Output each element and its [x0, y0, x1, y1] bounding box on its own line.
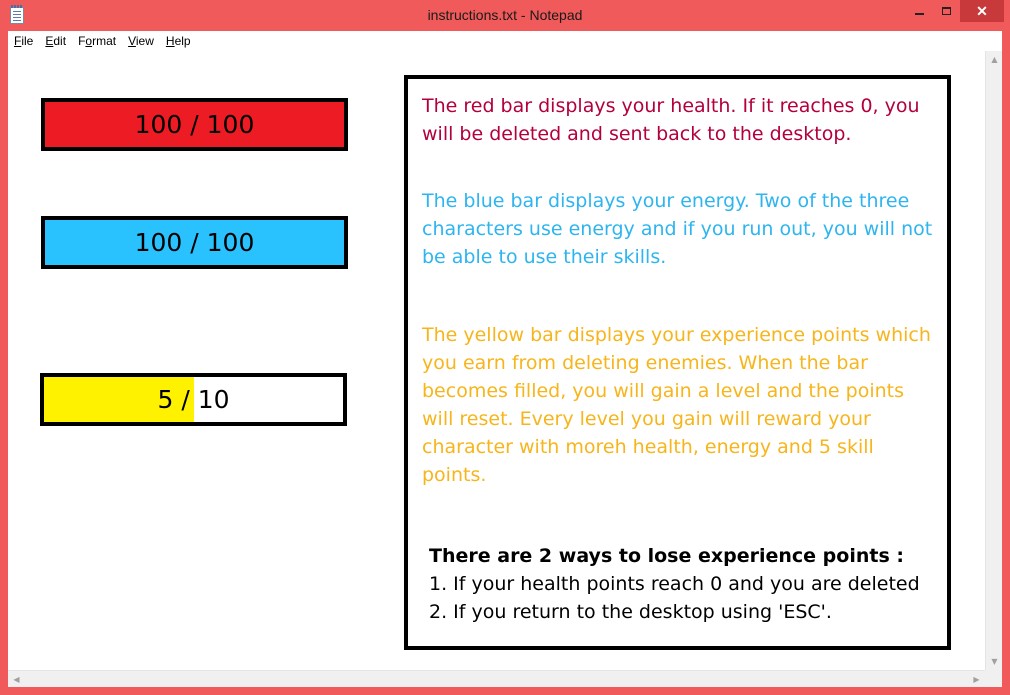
experience-instructions: The yellow bar displays your experience … [422, 324, 931, 486]
scroll-right-icon[interactable]: ▶ [968, 671, 985, 688]
close-icon: ✕ [976, 2, 988, 19]
energy-bar-label: 100 / 100 [134, 228, 255, 257]
instructions-panel: The red bar displays your health. If it … [404, 75, 951, 650]
size-grip[interactable] [985, 670, 1002, 687]
close-button[interactable]: ✕ [960, 0, 1004, 22]
scroll-left-icon[interactable]: ◀ [8, 671, 25, 688]
window-title: instructions.txt - Notepad [427, 7, 583, 23]
maximize-icon [942, 7, 951, 15]
health-bar: 100 / 100 [41, 98, 348, 151]
lose-experience-list: There are 2 ways to lose experience poin… [429, 542, 944, 626]
menu-edit[interactable]: Edit [39, 34, 72, 48]
energy-instructions: The blue bar displays your energy. Two o… [422, 190, 933, 268]
horizontal-scrollbar[interactable]: ◀ ▶ [8, 670, 985, 687]
energy-bar: 100 / 100 [41, 216, 348, 269]
scroll-up-icon[interactable]: ▲ [986, 51, 1003, 68]
text-area[interactable]: 100 / 100 100 / 100 5 / 10 The red bar d… [8, 51, 1002, 687]
menu-format[interactable]: Format [72, 34, 122, 48]
lose-experience-item: 1. If your health points reach 0 and you… [429, 573, 920, 595]
menu-view[interactable]: View [122, 34, 160, 48]
minimize-button[interactable] [906, 0, 933, 22]
health-instructions: The red bar displays your health. If it … [422, 95, 920, 145]
experience-bar: 5 / 10 [40, 373, 347, 426]
title-bar[interactable]: instructions.txt - Notepad ✕ [0, 0, 1010, 32]
experience-bar-label: 5 / 10 [157, 385, 230, 414]
maximize-button[interactable] [933, 0, 960, 22]
menu-file[interactable]: File [8, 34, 39, 48]
notepad-window: instructions.txt - Notepad ✕ File Edit F… [0, 0, 1010, 695]
lose-experience-title: There are 2 ways to lose experience poin… [429, 545, 904, 567]
menu-help[interactable]: Help [160, 34, 197, 48]
minimize-icon [915, 13, 924, 15]
menu-bar: File Edit Format View Help [8, 31, 1002, 51]
lose-experience-item: 2. If you return to the desktop using 'E… [429, 601, 832, 623]
health-bar-label: 100 / 100 [134, 110, 255, 139]
vertical-scrollbar[interactable]: ▲ ▼ [985, 51, 1002, 670]
scroll-down-icon[interactable]: ▼ [986, 653, 1003, 670]
